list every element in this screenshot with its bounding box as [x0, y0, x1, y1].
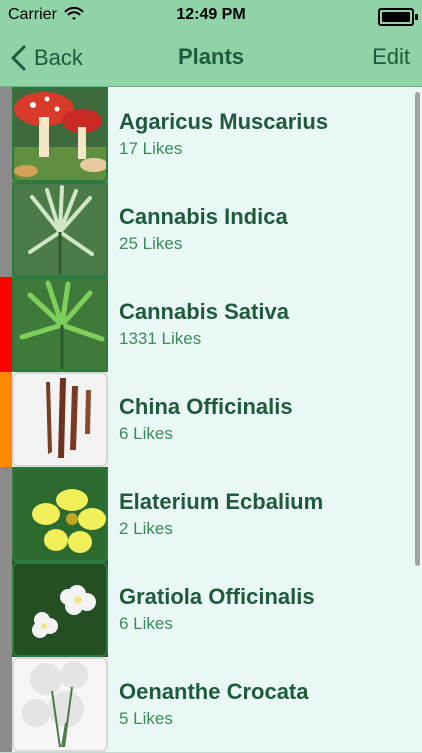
row-stripe	[0, 467, 12, 562]
list-item[interactable]: Cannabis Indica 25 Likes	[0, 182, 422, 278]
umbel-flower-icon	[12, 657, 108, 752]
plant-name: Elaterium Ecbalium	[119, 489, 324, 514]
plant-name: Agaricus Muscarius	[119, 109, 329, 134]
list-item[interactable]: Oenanthe Crocata 5 Likes	[0, 657, 422, 753]
clock: 12:49 PM	[176, 6, 246, 23]
row-stripe	[0, 182, 12, 277]
likes-count: 1331 Likes	[119, 329, 202, 348]
edit-button[interactable]: Edit	[372, 44, 410, 70]
list-item[interactable]: Cannabis Sativa 1331 Likes	[0, 277, 422, 373]
plant-name: Oenanthe Crocata	[119, 679, 309, 704]
row-stripe	[0, 562, 12, 657]
status-bar: Carrier 12:49 PM	[0, 0, 422, 30]
plant-name: Cannabis Indica	[119, 204, 288, 229]
mushroom-icon	[12, 87, 108, 182]
list-item[interactable]: Gratiola Officinalis 6 Likes	[0, 562, 422, 658]
likes-count: 5 Likes	[119, 709, 173, 728]
list-item[interactable]: Agaricus Muscarius 17 Likes	[0, 87, 422, 183]
plant-name: Cannabis Sativa	[119, 299, 289, 324]
plant-name: China Officinalis	[119, 394, 293, 419]
cannabis-leaf-icon	[12, 277, 108, 372]
plant-list: Agaricus Muscarius 17 Likes Cannabis Ind…	[0, 87, 422, 753]
row-stripe	[0, 87, 12, 182]
likes-count: 2 Likes	[119, 519, 173, 538]
cannabis-leaf-icon	[12, 182, 108, 277]
likes-count: 6 Likes	[119, 424, 173, 443]
row-stripe	[0, 657, 12, 752]
page-title: Plants	[177, 44, 245, 69]
plant-name: Gratiola Officinalis	[119, 584, 315, 609]
battery-icon	[378, 8, 418, 26]
white-flower-icon	[12, 562, 108, 657]
bark-icon	[12, 372, 108, 467]
likes-count: 25 Likes	[119, 234, 183, 253]
scrollbar[interactable]	[415, 92, 420, 566]
likes-count: 6 Likes	[119, 614, 173, 633]
list-item[interactable]: China Officinalis 6 Likes	[0, 372, 422, 468]
row-stripe	[0, 277, 12, 372]
navigation-bar: Carrier 12:49 PM Back Plants Edit	[0, 0, 422, 87]
row-stripe	[0, 372, 12, 467]
yellow-flower-icon	[12, 467, 108, 562]
list-item[interactable]: Elaterium Ecbalium 2 Likes	[0, 467, 422, 563]
likes-count: 17 Likes	[119, 139, 183, 158]
